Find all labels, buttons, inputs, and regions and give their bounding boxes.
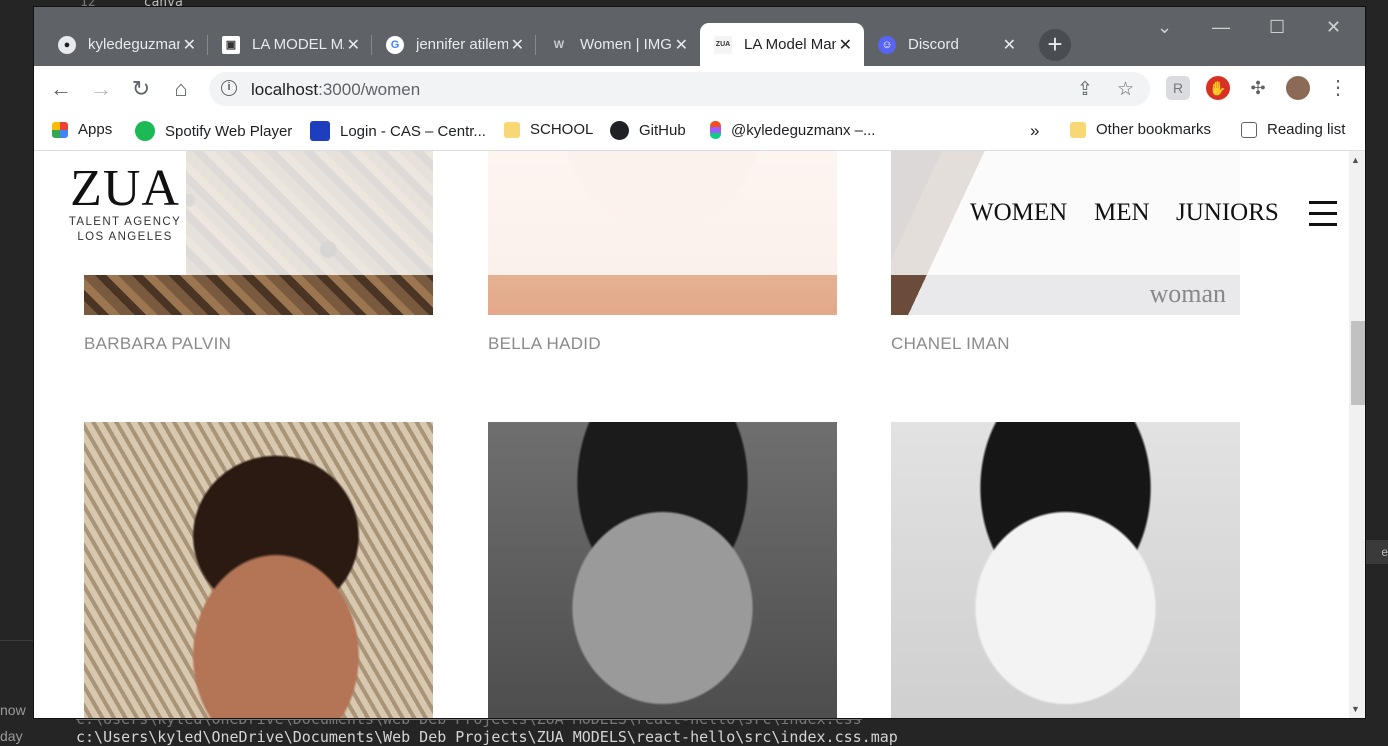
tab-github[interactable]: ● kyledeguzmanx ✕ (44, 23, 208, 66)
model-photo[interactable] (891, 422, 1240, 718)
tab-title: jennifer atilemile (416, 36, 508, 53)
spotify-icon (135, 121, 155, 141)
home-icon[interactable]: ⌂ (168, 76, 194, 102)
tab-title: Discord (908, 36, 959, 53)
model-photo[interactable] (84, 422, 433, 718)
close-icon[interactable]: ✕ (675, 35, 688, 55)
close-window-icon[interactable]: ✕ (1326, 17, 1341, 38)
avatar[interactable] (1286, 76, 1310, 100)
bookmarks-overflow-icon[interactable]: » (1030, 121, 1039, 141)
photo-watermark: woman (1149, 279, 1226, 308)
nav-juniors[interactable]: JUNIORS (1176, 199, 1279, 227)
info-icon[interactable]: i (221, 80, 237, 96)
hamburger-menu-icon[interactable] (1309, 201, 1337, 229)
reading-list-icon (1241, 121, 1257, 138)
editor-left-text: now (0, 702, 26, 718)
zua-icon: ZUA (714, 35, 732, 54)
maximize-icon[interactable]: ☐ (1269, 17, 1285, 38)
page-scrollbar[interactable]: ▲ ▼ (1349, 151, 1365, 718)
close-icon[interactable]: ✕ (347, 35, 360, 55)
site-logo-icon: ▣ (222, 35, 240, 54)
tab-search-icon[interactable]: ⌄ (1157, 17, 1172, 38)
tab-img-models[interactable]: W Women | IMG Models ✕ (536, 23, 700, 66)
bookmark-cas[interactable]: Login - CAS – Centr... (310, 121, 486, 141)
bookmark-other[interactable]: Other bookmarks (1070, 121, 1211, 138)
bookmark-reading-list[interactable]: Reading list (1241, 121, 1345, 138)
forward-icon[interactable]: → (88, 76, 114, 102)
tab-title: LA Model Management (744, 36, 836, 53)
tab-title: LA MODEL MANAGEMENT (252, 36, 344, 53)
new-tab-button[interactable]: + (1039, 29, 1071, 61)
adblock-icon[interactable]: ✋ (1206, 76, 1230, 100)
wix-icon: W (553, 38, 565, 51)
model-card[interactable] (488, 422, 837, 718)
bookmark-github[interactable]: GitHub (610, 121, 686, 140)
tab-la-model[interactable]: ▣ LA MODEL MANAGEMENT ✕ (208, 23, 372, 66)
back-icon[interactable]: ← (48, 76, 74, 102)
toolbar: ← → ↻ ⌂ i localhost:3000/women ⇪ ☆ R ✋ ✣… (34, 66, 1365, 112)
url-text[interactable]: localhost:3000/women (251, 80, 420, 100)
google-icon: G (386, 35, 404, 54)
figma-icon (710, 121, 721, 139)
site-logo[interactable]: ZUA TALENT AGENCY LOS ANGELES (64, 151, 186, 275)
model-card[interactable] (84, 422, 433, 718)
close-icon[interactable]: ✕ (1003, 35, 1016, 55)
model-name[interactable]: BARBARA PALVIN (84, 334, 231, 354)
github-icon: ● (58, 35, 76, 54)
tab-discord[interactable]: ☺ Discord ✕ (864, 23, 1028, 66)
logo-line2: LOS ANGELES (77, 231, 173, 243)
tab-title: kyledeguzmanx (88, 36, 180, 53)
extension-r-icon[interactable]: R (1166, 76, 1190, 100)
tab-strip: ● kyledeguzmanx ✕ ▣ LA MODEL MANAGEMENT … (34, 7, 1365, 66)
model-name[interactable]: CHANEL IMAN (891, 334, 1010, 354)
bookmark-school[interactable]: SCHOOL (504, 121, 593, 138)
reload-icon[interactable]: ↻ (128, 76, 154, 102)
site-header: ZUA TALENT AGENCY LOS ANGELES WOMEN MEN … (34, 151, 1349, 275)
logo-title: ZUA (70, 160, 180, 217)
close-icon[interactable]: ✕ (839, 35, 852, 55)
minimize-icon[interactable]: — (1212, 17, 1230, 38)
star-icon[interactable]: ☆ (1117, 78, 1134, 101)
bookmark-apps[interactable]: Apps (52, 121, 112, 138)
nav-women[interactable]: WOMEN (970, 199, 1067, 227)
terminal-line: c:\Users\kyled\OneDrive\Documents\Web De… (76, 728, 898, 746)
close-icon[interactable]: ✕ (511, 35, 524, 55)
tab-active[interactable]: ZUA LA Model Management ✕ (700, 23, 864, 66)
editor-left-text: day (0, 728, 23, 744)
tab-google[interactable]: G jennifer atilemile ✕ (372, 23, 536, 66)
logo-line1: TALENT AGENCY (68, 216, 182, 228)
discord-icon: ☺ (878, 35, 896, 54)
folder-icon (504, 121, 520, 138)
scroll-up-icon[interactable]: ▲ (1351, 155, 1360, 165)
bookmarks-bar: Apps Spotify Web Player Login - CAS – Ce… (34, 112, 1365, 151)
bookmark-figma[interactable]: @kyledeguzmanx –... (710, 121, 875, 139)
model-card[interactable] (891, 422, 1240, 718)
github-icon (610, 121, 629, 140)
model-photo[interactable] (488, 422, 837, 718)
close-icon[interactable]: ✕ (183, 35, 196, 55)
apps-grid-icon (52, 121, 68, 138)
model-name[interactable]: BELLA HADID (488, 334, 601, 354)
share-icon[interactable]: ⇪ (1077, 78, 1093, 101)
browser-window: ● kyledeguzmanx ✕ ▣ LA MODEL MANAGEMENT … (34, 7, 1365, 718)
scrollbar-thumb[interactable] (1351, 321, 1365, 405)
scroll-down-icon[interactable]: ▼ (1351, 704, 1360, 714)
nav-men[interactable]: MEN (1094, 199, 1150, 227)
bookmark-spotify[interactable]: Spotify Web Player (135, 121, 292, 141)
puzzle-icon[interactable]: ✣ (1246, 76, 1270, 100)
editor-right-strip: e (1366, 540, 1388, 564)
page-viewport: BARBARA PALVIN BELLA HADID woman CHANEL … (34, 151, 1349, 718)
folder-icon (1070, 121, 1086, 138)
address-bar[interactable]: i localhost:3000/women ⇪ ☆ (209, 72, 1150, 106)
tab-title: Women | IMG Models (580, 36, 672, 53)
cas-icon (310, 121, 330, 141)
menu-kebab-icon[interactable]: ⋮ (1326, 76, 1350, 100)
